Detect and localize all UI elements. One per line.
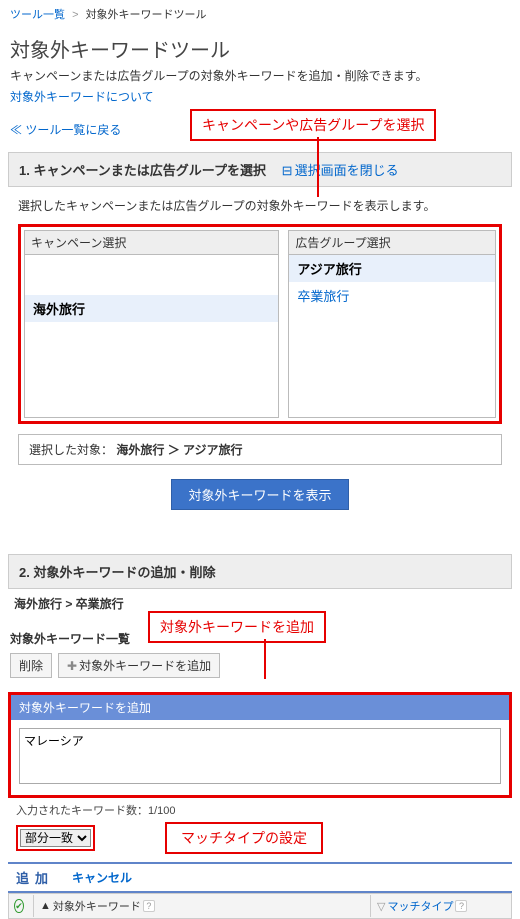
section2-breadcrumb: 海外旅行 > 卒業旅行 xyxy=(14,597,124,611)
grid-col-matchtype-label: マッチタイプ xyxy=(387,898,453,914)
add-action-button[interactable]: 追加 xyxy=(16,868,54,887)
campaign-select-header: キャンペーン選択 xyxy=(25,231,278,255)
sort-icon: ▽ xyxy=(377,900,385,913)
campaign-select-box: キャンペーン選択 海外旅行 xyxy=(24,230,279,418)
help-icon[interactable]: ? xyxy=(143,900,155,912)
callout-arrow-1 xyxy=(317,137,319,197)
keyword-list-title: 対象外キーワード一覧 xyxy=(8,622,512,653)
check-icon[interactable]: ✔ xyxy=(14,899,24,913)
help-icon[interactable]: ? xyxy=(455,900,467,912)
section2-title: 2. 対象外キーワードの追加・削除 xyxy=(19,565,215,580)
section1-desc: 選択したキャンペーンまたは広告グループの対象外キーワードを表示します。 xyxy=(0,187,520,224)
campaign-item[interactable] xyxy=(25,255,278,263)
campaign-item[interactable] xyxy=(25,279,278,287)
breadcrumb: ツール一覧 > 対象外キーワードツール xyxy=(0,0,520,26)
callout-select: キャンペーンや広告グループを選択 xyxy=(190,109,436,141)
section1-header: 1. キャンペーンまたは広告グループを選択 選択画面を閉じる xyxy=(8,152,512,187)
breadcrumb-tools[interactable]: ツール一覧 xyxy=(10,9,65,21)
page-desc: キャンペーンまたは広告グループの対象外キーワードを追加・削除できます。 xyxy=(0,67,520,88)
selection-result-value: 海外旅行 ＞ アジア旅行 xyxy=(116,443,242,457)
campaign-item[interactable] xyxy=(25,271,278,279)
campaign-list[interactable]: 海外旅行 xyxy=(25,255,278,417)
delete-button[interactable]: 削除 xyxy=(10,653,52,678)
show-keywords-button[interactable]: 対象外キーワードを表示 xyxy=(171,479,348,510)
selection-result-label: 選択した対象： xyxy=(29,443,113,457)
section2-header: 2. 対象外キーワードの追加・削除 xyxy=(8,554,512,589)
match-type-select-wrap: 部分一致 xyxy=(16,825,95,851)
page-title: 対象外キーワードツール xyxy=(0,26,520,67)
breadcrumb-current: 対象外キーワードツール xyxy=(86,9,207,21)
selection-result: 選択した対象： 海外旅行 ＞ アジア旅行 xyxy=(18,434,502,465)
adgroup-item[interactable]: 卒業旅行 xyxy=(289,282,495,309)
add-panel-header: 対象外キーワードを追加 xyxy=(11,695,509,720)
grid-col-matchtype[interactable]: ▽ マッチタイプ ? xyxy=(371,894,511,918)
add-keyword-button-label: 対象外キーワードを追加 xyxy=(79,659,211,673)
callout-matchtype: マッチタイプの設定 xyxy=(165,822,323,854)
adgroup-select-header: 広告グループ選択 xyxy=(289,231,495,255)
breadcrumb-sep: > xyxy=(72,9,78,21)
add-keyword-button[interactable]: ✚対象外キーワードを追加 xyxy=(58,653,220,678)
campaign-item-selected[interactable]: 海外旅行 xyxy=(25,295,278,322)
section1-title: 1. キャンペーンまたは広告グループを選択 xyxy=(19,163,266,178)
cancel-action-link[interactable]: キャンセル xyxy=(72,869,132,886)
grid-header: ✔ ▲ 対象外キーワード ? ▽ マッチタイプ ? xyxy=(8,893,512,919)
adgroup-select-box: 広告グループ選択 アジア旅行 卒業旅行 xyxy=(288,230,496,418)
keyword-textarea[interactable] xyxy=(19,728,501,784)
grid-col-keyword[interactable]: ▲ 対象外キーワード ? xyxy=(34,894,370,918)
campaign-item[interactable] xyxy=(25,263,278,271)
selection-panel: キャンペーン選択 海外旅行 広告グループ選択 アジア旅行 卒業旅行 xyxy=(18,224,502,424)
match-type-select[interactable]: 部分一致 xyxy=(20,829,91,847)
adgroup-item-selected[interactable]: アジア旅行 xyxy=(289,255,495,282)
add-action-row: 追加 キャンセル xyxy=(8,862,512,893)
keyword-count: 入力されたキーワード数：1/100 xyxy=(0,802,520,822)
back-link[interactable]: ツール一覧に戻る xyxy=(10,123,121,137)
plus-icon: ✚ xyxy=(67,659,77,673)
sort-asc-icon: ▲ xyxy=(40,900,51,912)
grid-col-keyword-label: 対象外キーワード xyxy=(53,898,141,914)
campaign-item[interactable] xyxy=(25,287,278,295)
adgroup-list[interactable]: アジア旅行 卒業旅行 xyxy=(289,255,495,417)
toggle-selection-link[interactable]: 選択画面を閉じる xyxy=(282,163,399,178)
add-keyword-panel: 対象外キーワードを追加 xyxy=(8,692,512,798)
